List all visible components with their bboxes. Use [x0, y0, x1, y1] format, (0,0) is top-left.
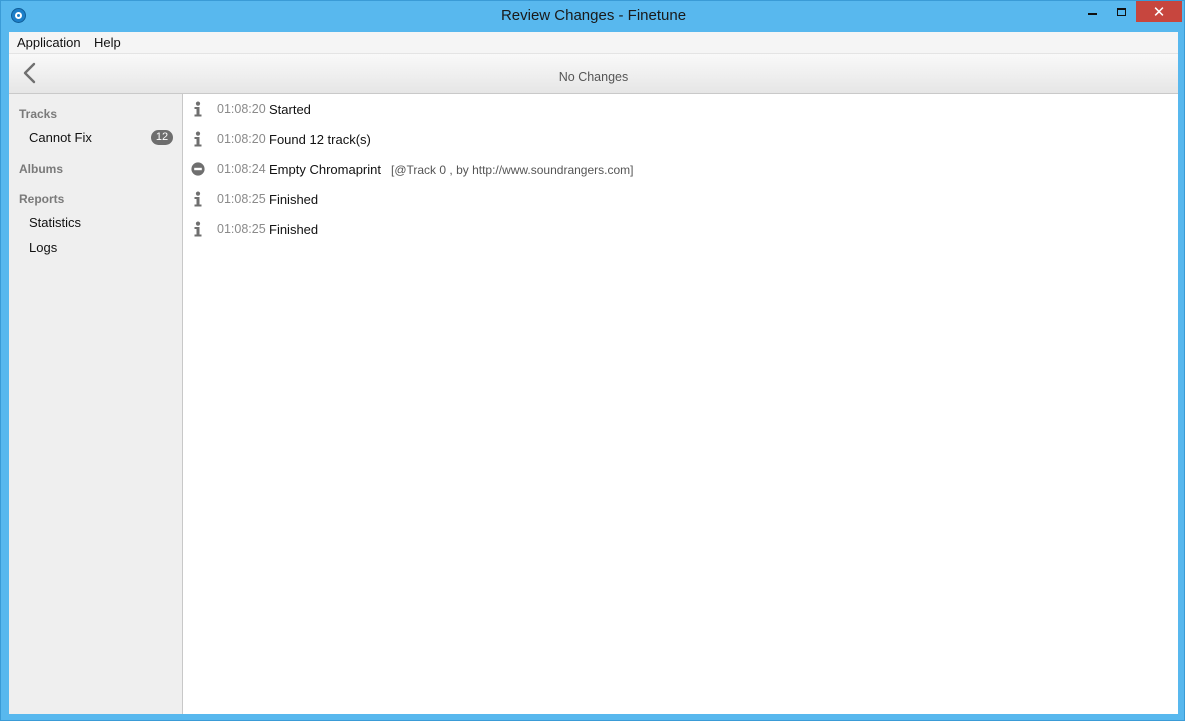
log-message: Finished: [269, 222, 318, 237]
window-frame: Review Changes - Finetune ✕ Application …: [0, 0, 1185, 721]
close-icon: ✕: [1152, 2, 1166, 21]
log-message-text: Finished: [269, 222, 319, 237]
sidebar-heading-tracks: Tracks: [19, 107, 58, 121]
toolbar: No Changes: [9, 53, 1178, 94]
title-bar[interactable]: Review Changes - Finetune ✕: [1, 1, 1185, 32]
log-message-text: Finished: [269, 192, 319, 207]
sidebar-item-label: Statistics: [29, 215, 82, 230]
sidebar-item-label: Logs: [29, 240, 58, 255]
info-icon: [194, 101, 202, 117]
log-message: Finished: [269, 192, 318, 207]
log-message-text: Empty Chromaprint: [269, 162, 381, 177]
log-message: Empty Chromaprint [@Track 0 , by http://w…: [269, 162, 633, 177]
sidebar-item-logs[interactable]: Logs: [9, 236, 182, 258]
log-entry[interactable]: 01:08:20 Started: [183, 96, 1178, 122]
sidebar-heading-reports: Reports: [19, 192, 65, 206]
sidebar-item-cannot-fix[interactable]: Cannot Fix 12: [9, 126, 182, 148]
log-message-text: Started: [269, 102, 311, 117]
toolbar-title: No Changes: [558, 70, 629, 84]
log-time: 01:08:20: [217, 102, 266, 116]
log-entry[interactable]: 01:08:25 Finished: [183, 186, 1178, 212]
log-entry[interactable]: 01:08:20 Found 12 track(s): [183, 126, 1178, 152]
sidebar-item-label: Cannot Fix: [29, 130, 92, 145]
minimize-icon: [1087, 12, 1097, 15]
error-icon: [191, 162, 205, 176]
client-area: Application Help No Changes Tracks Canno…: [9, 32, 1178, 714]
log-time: 01:08:25: [217, 192, 266, 206]
maximize-button[interactable]: [1107, 1, 1136, 22]
window-title: Review Changes - Finetune: [500, 7, 687, 24]
sidebar-heading-albums[interactable]: Albums: [19, 162, 63, 176]
menu-application[interactable]: Application: [17, 35, 81, 50]
log-time: 01:08:25: [217, 222, 266, 236]
log-time: 01:08:20: [217, 132, 266, 146]
log-message-text: Found 12 track(s): [269, 132, 371, 147]
info-icon: [194, 131, 202, 147]
sidebar: Tracks Cannot Fix 12 Albums Reports Stat…: [9, 94, 183, 714]
info-icon: [194, 191, 202, 207]
log-detail: [@Track 0 , by http://www.soundrangers.c…: [390, 163, 634, 177]
log-time: 01:08:24: [217, 162, 266, 176]
log-message: Found 12 track(s): [269, 132, 371, 147]
log-message: Started: [269, 102, 311, 117]
log-list[interactable]: 01:08:20 Started 01:08:20 Found 12 track…: [183, 94, 1178, 714]
sidebar-item-statistics[interactable]: Statistics: [9, 211, 182, 233]
menu-help[interactable]: Help: [94, 35, 121, 50]
count-badge: 12: [151, 130, 173, 145]
menu-bar: Application Help: [9, 32, 1178, 53]
log-entry[interactable]: 01:08:25 Finished: [183, 216, 1178, 242]
minimize-button[interactable]: [1077, 1, 1107, 22]
info-icon: [194, 221, 202, 237]
close-button[interactable]: ✕: [1136, 1, 1182, 22]
log-entry[interactable]: 01:08:24 Empty Chromaprint [@Track 0 , by…: [183, 156, 1178, 182]
maximize-icon: [1117, 7, 1126, 16]
